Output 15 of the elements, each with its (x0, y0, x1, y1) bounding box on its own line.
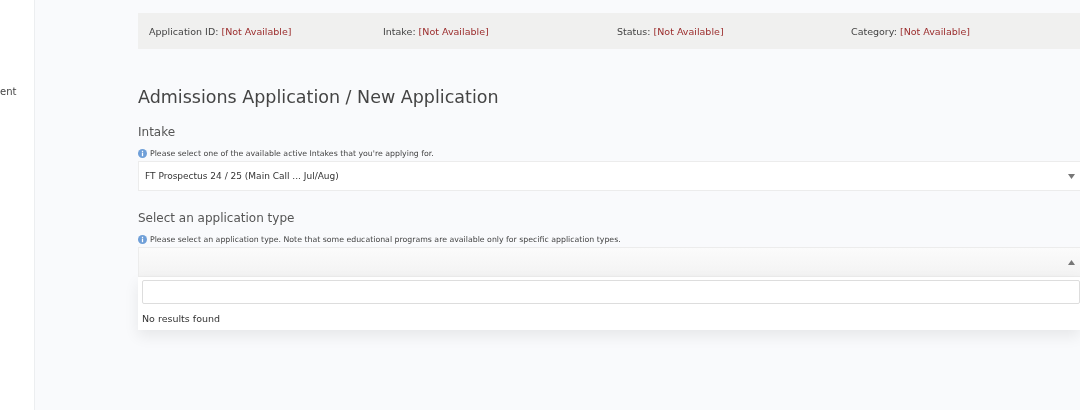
sidebar-item[interactable]: ent (0, 86, 34, 97)
info-item: Status: [Not Available] (617, 25, 725, 37)
search-field[interactable] (142, 280, 1080, 304)
info-item: Application ID: [Not Available] (149, 25, 293, 37)
info-item: Category: [Not Available] (851, 25, 971, 37)
page-title: Admissions Application / New Application (138, 87, 500, 107)
field-label: Intake (138, 125, 177, 139)
select-dropdown[interactable]: FT Prospectus 24 / 25 (Main Call ... Jul/Aug) (138, 161, 1080, 191)
no-results-text: No results found (142, 313, 221, 324)
field-label: Select an application type (138, 211, 296, 225)
info-icon (138, 235, 147, 244)
select-value: FT Prospectus 24 / 25 (Main Call ... Jul/Aug) (145, 171, 339, 181)
select-dropdown[interactable] (138, 247, 1080, 277)
info-item: Intake: [Not Available] (383, 25, 490, 37)
info-icon (138, 149, 147, 158)
